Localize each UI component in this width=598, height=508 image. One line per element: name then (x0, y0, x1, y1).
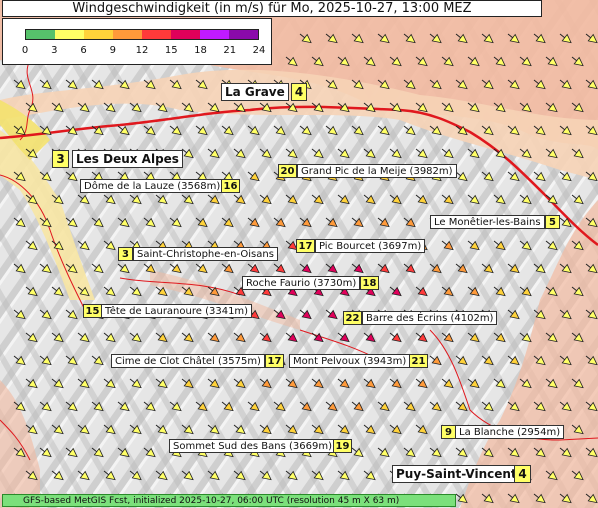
legend-tick-label: 12 (135, 45, 149, 56)
legend-tick-label: 6 (80, 45, 87, 56)
wind-map: Windgeschwindigkeit (in m/s) für Mo, 202… (0, 0, 598, 508)
wind-value: 20 (278, 164, 297, 178)
wind-value: 21 (409, 354, 428, 368)
wind-value: 22 (343, 311, 362, 325)
place-tete-de-lauranoure: Tête de Lauranoure (3341m) (101, 304, 253, 318)
place-dome-de-la-lauze: Dôme de la Lauze (3568m) (80, 179, 225, 193)
legend-swatch (200, 30, 229, 39)
legend-swatch (229, 30, 258, 39)
legend-swatch (171, 30, 200, 39)
legend-tick-label: 24 (252, 45, 266, 56)
wind-value: 17 (296, 239, 315, 253)
place-le-monetier-les-bains: Le Monêtier-les-Bains (430, 215, 545, 229)
legend-tick-label: 9 (109, 45, 116, 56)
legend-tick-label: 0 (21, 45, 29, 56)
legend-tick-label: 3 (51, 45, 58, 56)
legend-tick-label: 18 (194, 45, 207, 56)
legend-swatch (113, 30, 142, 39)
place-barre-des-ecrins: Barre des Écrins (4102m) (362, 311, 498, 325)
wind-value: 4 (514, 465, 531, 483)
place-cime-de-clot-chatel: Cime de Clot Châtel (3575m) (111, 354, 265, 368)
legend-swatch (26, 30, 55, 39)
wind-value: 19 (333, 439, 352, 453)
wind-value: 17 (265, 354, 284, 368)
legend-color-scale (25, 29, 259, 40)
place-les-deux-alpes: Les Deux Alpes (72, 150, 183, 168)
place-roche-faurio: Roche Faurio (3730m) (242, 276, 361, 290)
place-mont-pelvoux: Mont Pelvoux (3943m) (289, 354, 411, 368)
wind-value: 15 (83, 304, 102, 318)
legend-swatch (55, 30, 84, 39)
place-grand-pic-de-la-meije: Grand Pic de la Meije (3982m) (297, 164, 457, 178)
wind-value: 4 (291, 83, 307, 101)
wind-value: 5 (545, 215, 560, 229)
legend-tick-label: 15 (164, 45, 178, 56)
place-saint-christophe-en-oisans: Saint-Christophe-en-Oisans (133, 247, 278, 261)
wind-value: 16 (221, 179, 240, 193)
place-pic-bourcet: Pic Bourcet (3697m) (315, 239, 426, 253)
wind-value: 3 (118, 247, 133, 261)
legend-swatch (84, 30, 113, 39)
place-la-grave: La Grave (221, 83, 289, 101)
place-puy-saint-vincent: Puy-Saint-Vincent (392, 465, 521, 483)
map-title: Windgeschwindigkeit (in m/s) für Mo, 202… (2, 0, 542, 17)
wind-value: 18 (360, 276, 379, 290)
speed-legend: 0 3 6 9 12 15 18 21 24 (2, 18, 272, 65)
wind-value: 3 (52, 150, 69, 168)
legend-tick-label: 21 (223, 45, 237, 56)
forecast-footer: GFS-based MetGIS Fcst, initialized 2025-… (2, 494, 456, 507)
place-sommet-sud-des-bans: Sommet Sud des Bans (3669m) (169, 439, 337, 453)
place-la-blanche: La Blanche (2954m) (455, 425, 565, 439)
legend-swatch (142, 30, 171, 39)
legend-ticks: 0 3 6 9 12 15 18 21 24 (21, 45, 266, 59)
wind-value: 9 (441, 425, 456, 439)
